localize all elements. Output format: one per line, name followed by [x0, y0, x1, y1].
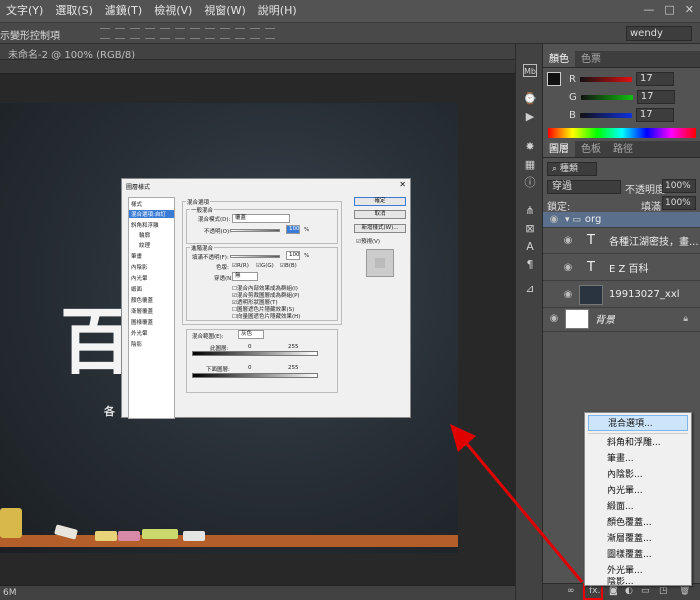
- annotation-arrow: [450, 424, 584, 583]
- arrow-shaft: [460, 437, 584, 583]
